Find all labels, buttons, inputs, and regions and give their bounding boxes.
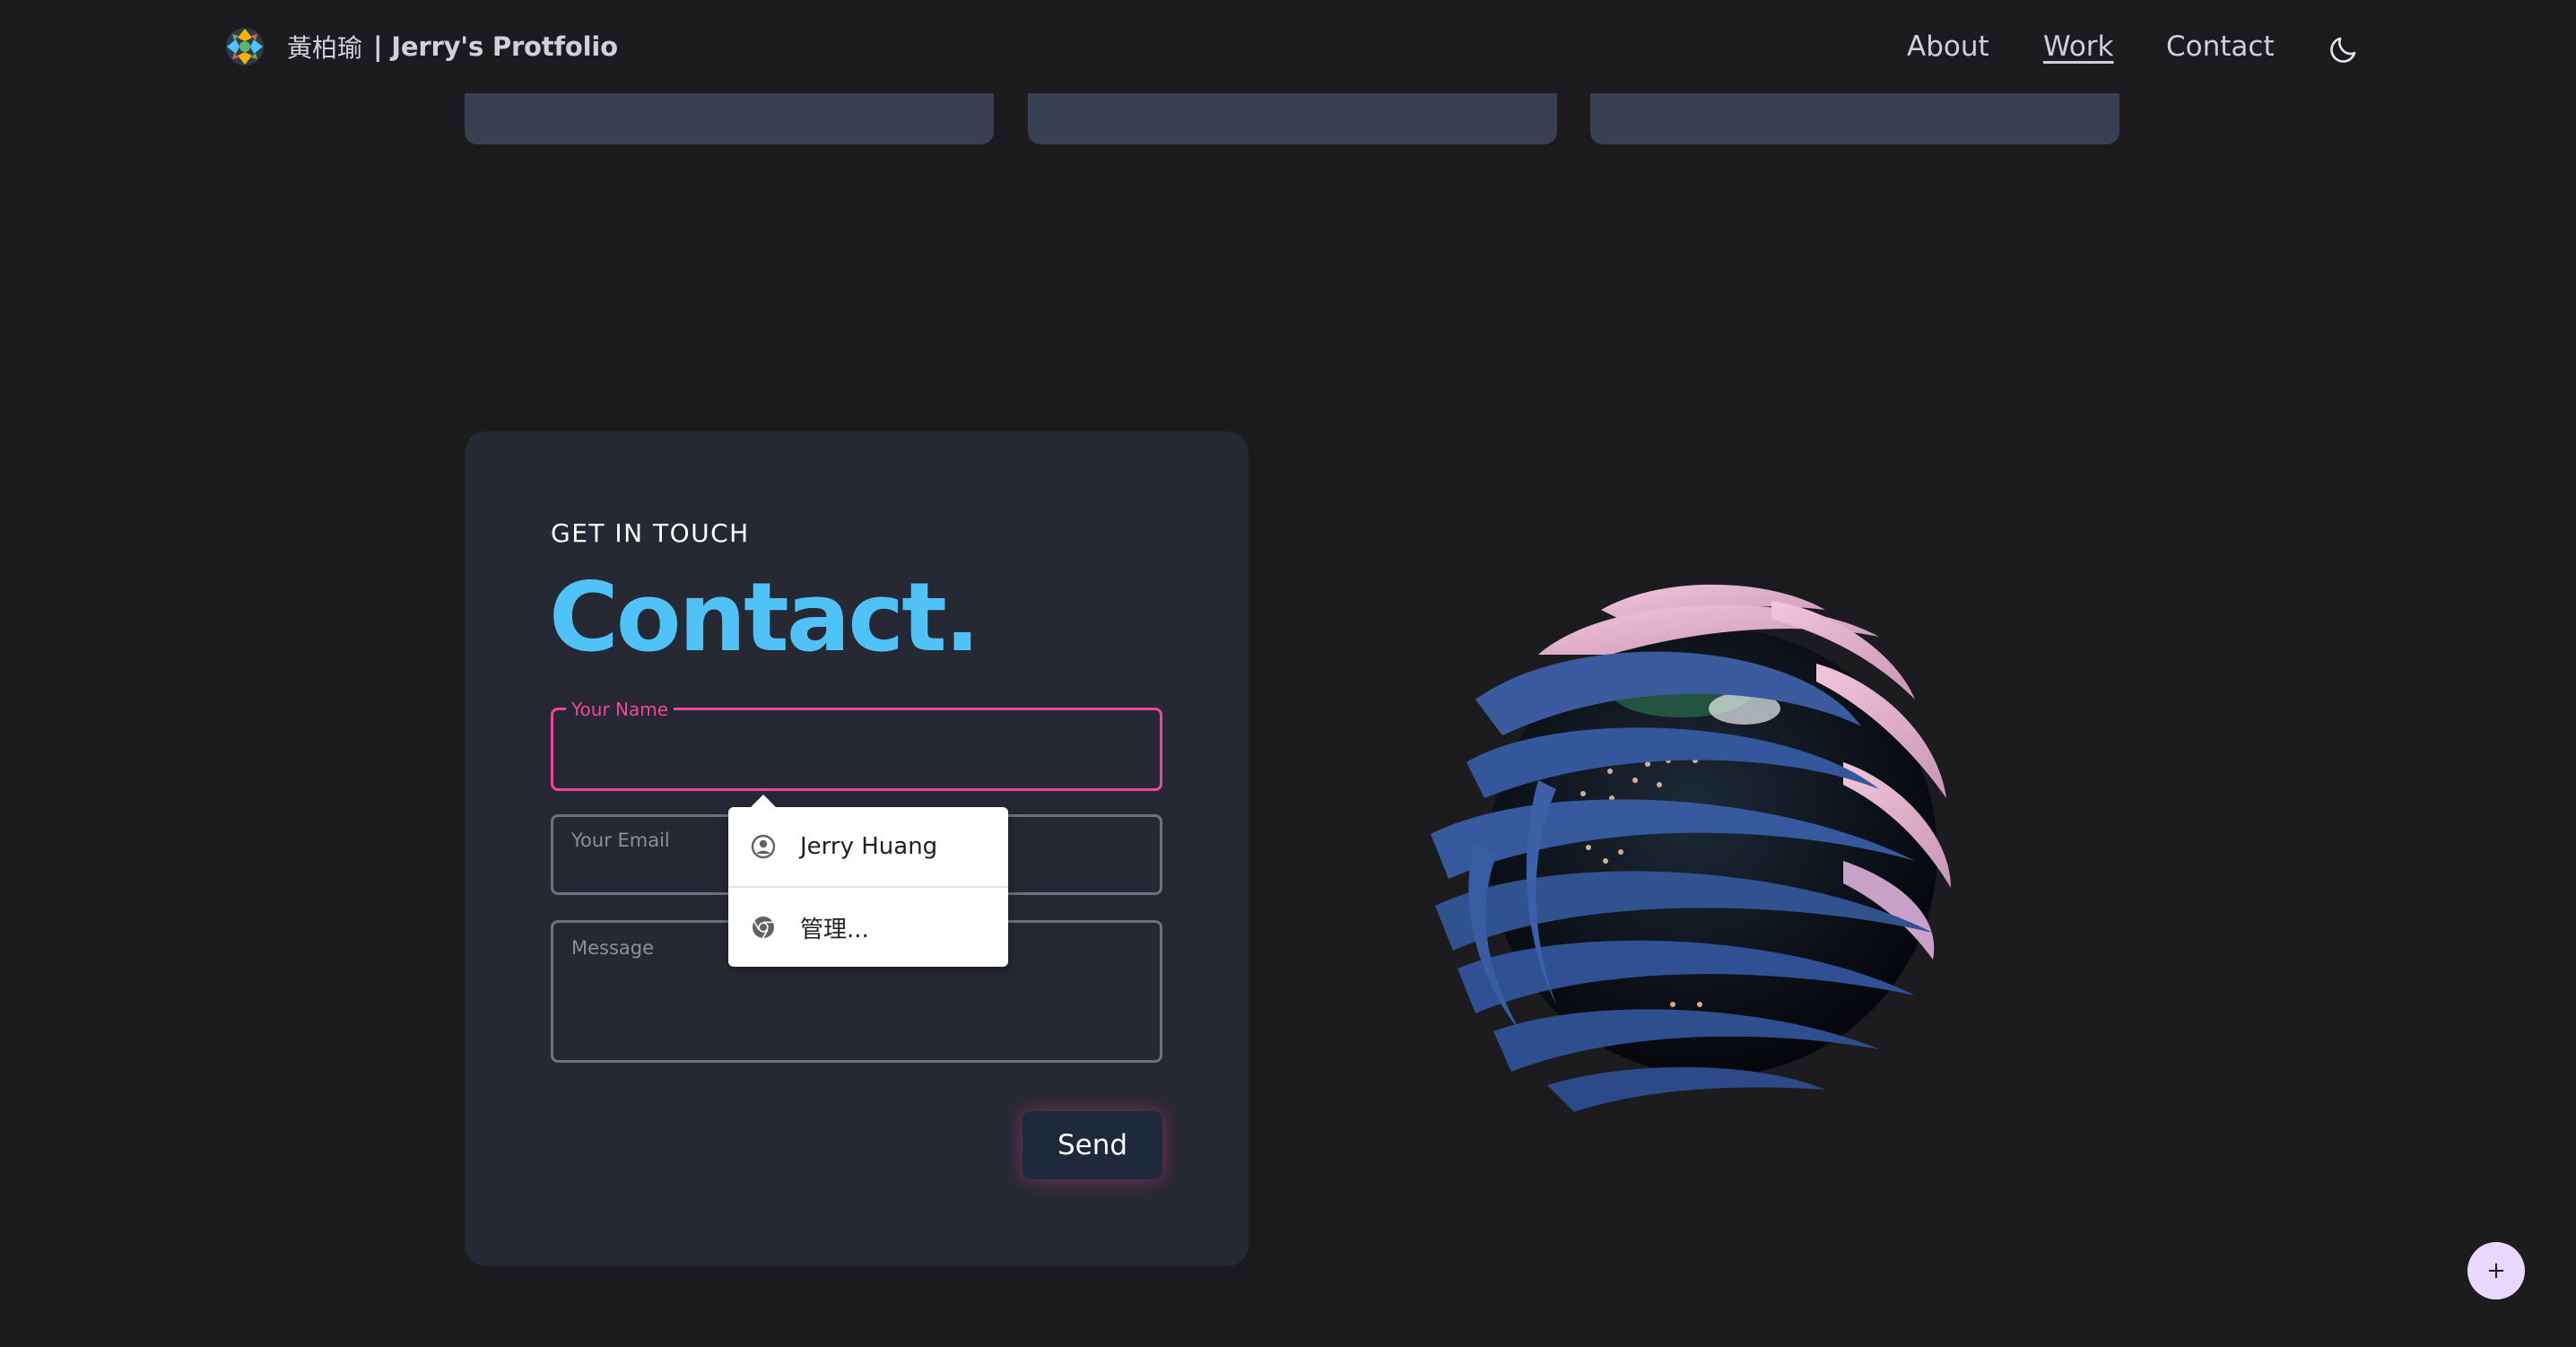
message-field-placeholder: Message	[571, 937, 655, 959]
earth-3d-illustration[interactable]	[1413, 556, 2014, 1139]
autofill-item-profile[interactable]: Jerry Huang	[728, 807, 1008, 886]
floating-add-button[interactable]: +	[2467, 1242, 2525, 1299]
moon-icon[interactable]	[2327, 30, 2363, 66]
autofill-item-label: Jerry Huang	[800, 833, 938, 860]
autofill-arrow	[750, 795, 777, 808]
project-card[interactable]	[1028, 93, 1557, 144]
section-title: Contact.	[549, 562, 980, 673]
autofill-dropdown: Jerry Huang 管理...	[728, 795, 1008, 967]
project-card[interactable]	[465, 93, 994, 144]
autofill-item-label: 管理...	[800, 916, 869, 943]
user-circle-icon	[750, 833, 777, 860]
chrome-icon	[750, 914, 777, 941]
nav-link-work[interactable]: Work	[2043, 27, 2114, 66]
email-field-placeholder: Your Email	[571, 830, 670, 851]
send-button[interactable]: Send	[1023, 1111, 1162, 1179]
name-field-label: Your Name	[566, 699, 674, 720]
name-field[interactable]: Your Name	[551, 699, 1162, 791]
nav-links: About Work Contact	[0, 27, 2576, 66]
autofill-item-manage[interactable]: 管理...	[728, 888, 1008, 967]
section-eyebrow: GET IN TOUCH	[551, 518, 750, 548]
nav-link-about[interactable]: About	[1907, 27, 1989, 66]
nav-link-contact[interactable]: Contact	[2166, 27, 2275, 66]
project-card[interactable]	[1590, 93, 2119, 144]
top-navbar: 黃柏瑜 | Jerry's Protfolio About Work Conta…	[0, 0, 2576, 93]
